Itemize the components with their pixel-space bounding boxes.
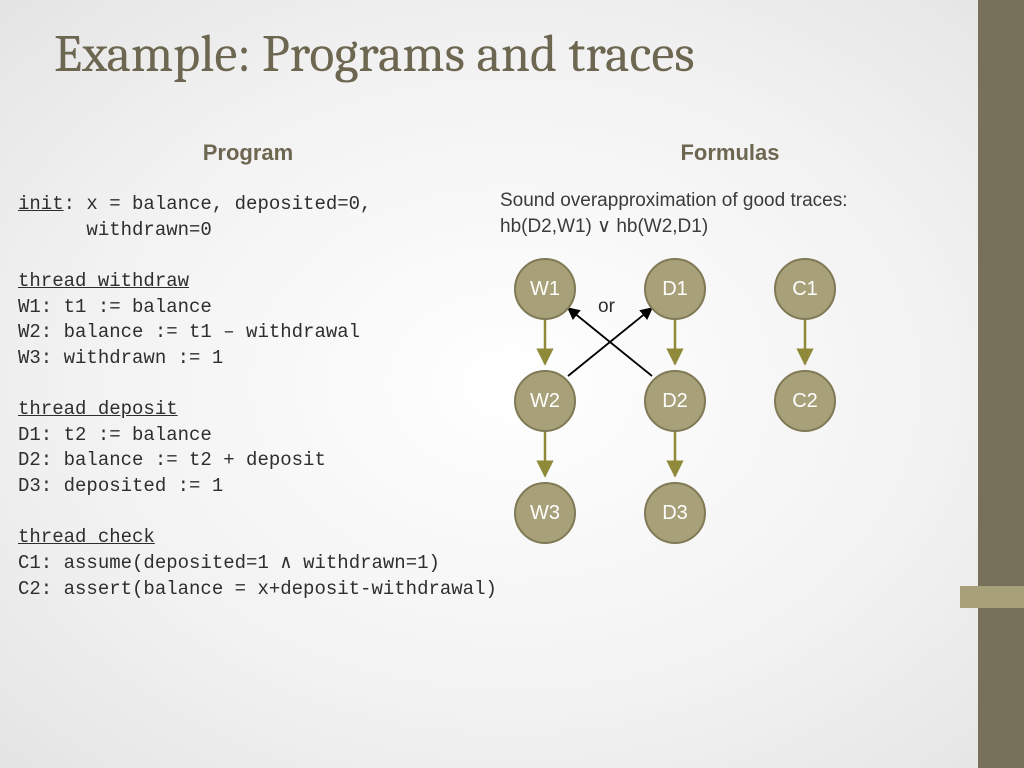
node-d1: D1 [644, 258, 706, 320]
formulas-column: Formulas Sound overapproximation of good… [500, 140, 960, 239]
program-code: init: x = balance, deposited=0, withdraw… [18, 192, 478, 602]
formulas-line1: Sound overapproximation of good traces: [500, 188, 960, 214]
program-column: Program init: x = balance, deposited=0, … [18, 140, 478, 602]
formulas-heading: Formulas [500, 140, 960, 166]
d1-line: D1: t2 := balance [18, 424, 212, 446]
d3-line: D3: deposited := 1 [18, 475, 223, 497]
slide-title: Example: Programs and traces [54, 24, 695, 84]
withdraw-label: thread_withdraw [18, 270, 189, 292]
formulas-line2: hb(D2,W1) ∨ hb(W2,D1) [500, 214, 960, 240]
node-d2: D2 [644, 370, 706, 432]
w3-line: W3: withdrawn := 1 [18, 347, 223, 369]
deposit-label: thread_deposit [18, 398, 178, 420]
node-w3: W3 [514, 482, 576, 544]
node-w1: W1 [514, 258, 576, 320]
c2-line: C2: assert(balance = x+deposit-withdrawa… [18, 578, 497, 600]
init-label: init [18, 193, 64, 215]
side-bar [978, 0, 1024, 768]
check-label: thread_check [18, 526, 155, 548]
node-c1: C1 [774, 258, 836, 320]
trace-diagram: or W1 W2 W3 D1 D2 D3 C1 C2 [490, 252, 920, 612]
init-rest: : x = balance, deposited=0, [64, 193, 372, 215]
node-c2: C2 [774, 370, 836, 432]
node-d3: D3 [644, 482, 706, 544]
or-label: or [598, 296, 615, 318]
node-w2: W2 [514, 370, 576, 432]
d2-line: D2: balance := t2 + deposit [18, 449, 326, 471]
w2-line: W2: balance := t1 – withdrawal [18, 321, 360, 343]
init-line2: withdrawn=0 [18, 219, 212, 241]
w1-line: W1: t1 := balance [18, 296, 212, 318]
program-heading: Program [18, 140, 478, 166]
c1-line: C1: assume(deposited=1 ∧ withdrawn=1) [18, 552, 440, 574]
side-accent [960, 586, 1024, 608]
